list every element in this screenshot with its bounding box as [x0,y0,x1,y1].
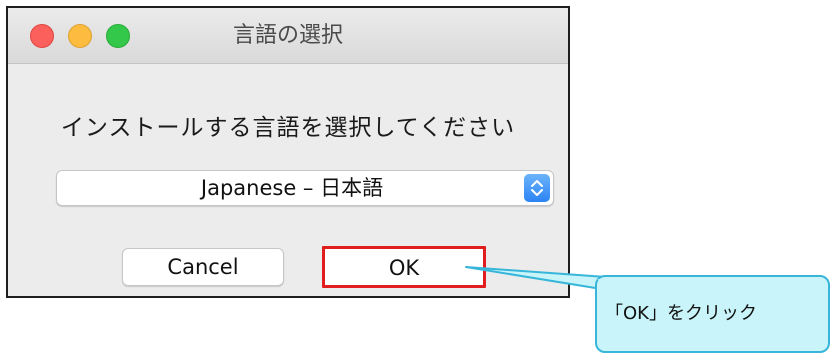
screenshot-stage: 言語の選択 インストールする言語を選択してください Japanese – 日本語… [0,0,838,354]
callout-pointer-joint [598,279,630,290]
